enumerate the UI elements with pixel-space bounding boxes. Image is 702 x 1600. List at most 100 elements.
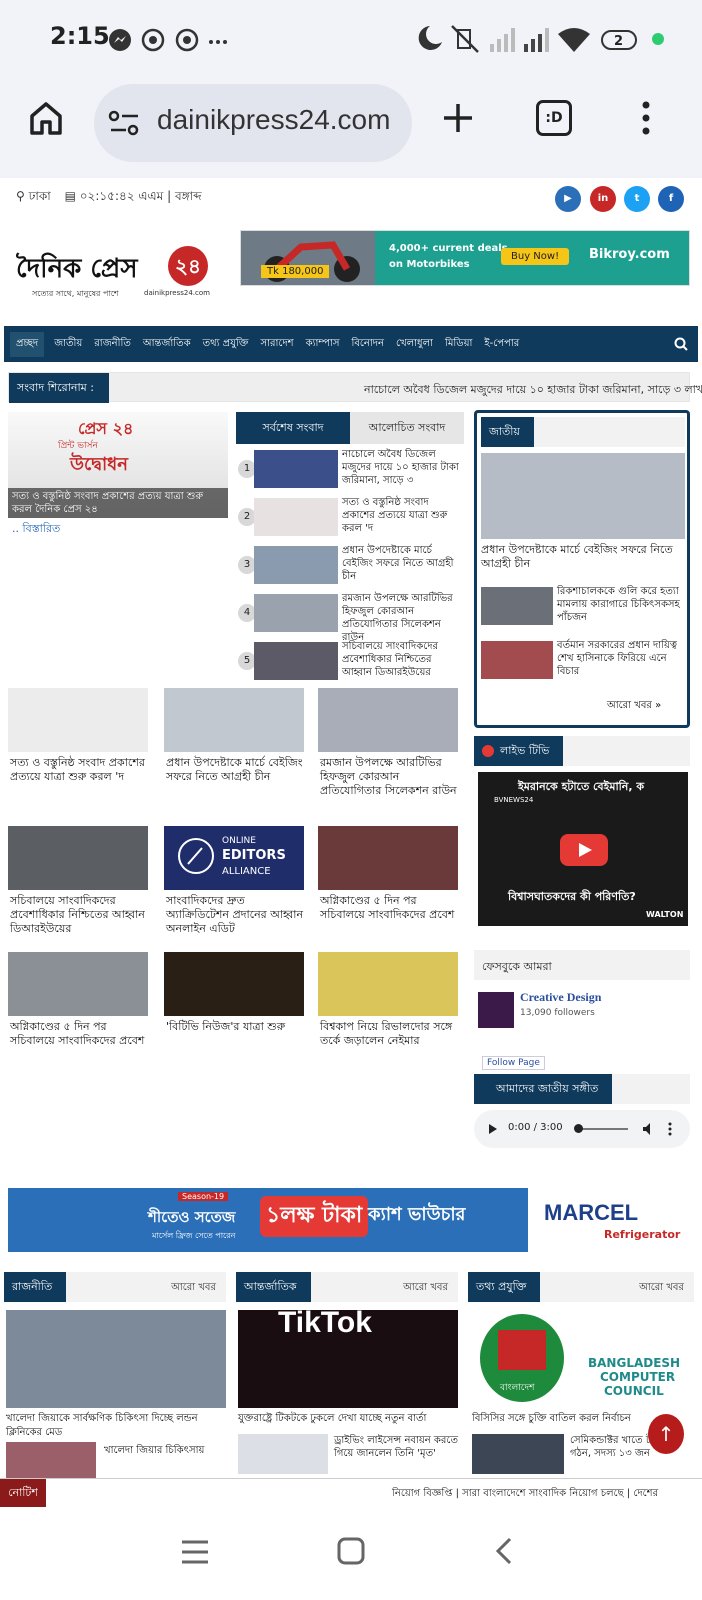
youtube-play-icon[interactable] xyxy=(560,834,608,866)
home-icon[interactable] xyxy=(28,100,64,136)
national-main-image[interactable] xyxy=(481,453,685,539)
audio-player[interactable]: 0:00 / 3:00 xyxy=(474,1110,690,1148)
location-text: ঢাকা xyxy=(28,189,51,203)
back-icon[interactable] xyxy=(494,1536,514,1566)
nav-item-media[interactable]: মিডিয়া xyxy=(445,336,472,353)
nav-item-entertainment[interactable]: বিনোদন xyxy=(351,336,384,353)
grid-card[interactable]: সত্য ও বস্তুনিষ্ঠ সংবাদ প্রকাশের প্রত্যয… xyxy=(8,688,148,804)
nav-item-epaper[interactable]: ই-পেপার xyxy=(484,336,519,353)
list-item[interactable]: 5 সচিবালয়ে সাংবাদিকদের প্রবেশাধিকার নিশ… xyxy=(236,638,464,686)
section-title[interactable]: আন্তর্জাতিক xyxy=(236,1272,311,1302)
list-thumb xyxy=(254,498,338,536)
nav-item-international[interactable]: আন্তর্জাতিক xyxy=(143,336,191,353)
list-item[interactable]: 4 রমজান উপলক্ষে আরটিভির হিফজুল কোরআন প্র… xyxy=(236,590,464,643)
lead-more-link[interactable]: .. বিস্তারিত xyxy=(12,522,60,536)
search-icon[interactable] xyxy=(674,337,688,351)
video-channel: BVNEWS24 xyxy=(494,796,534,804)
twitter-icon[interactable]: t xyxy=(624,186,650,212)
national-head[interactable]: জাতীয় xyxy=(481,417,534,447)
live-video[interactable]: ইমরানকে হটাতে বেইমানি, ক BVNEWS24 বিশ্বা… xyxy=(478,772,688,926)
grid-card[interactable]: প্রধান উপদেষ্টাকে মার্চে বেইজিং সফরে নিত… xyxy=(164,688,304,804)
national-item-title[interactable]: রিকশাচালককে গুলি করে হত্যা মামলায় কারাগ… xyxy=(557,585,685,624)
battery-level: 2 xyxy=(614,34,624,49)
ad2-brand: MARCEL xyxy=(544,1200,639,1225)
list-item[interactable]: 1 নাচোলে অবৈধ ডিজেল মজুদের দায়ে ১০ হাজা… xyxy=(236,446,464,494)
grid-title: বিশ্বকাপ নিয়ে রিভালদোর সঙ্গে তর্কে জড়া… xyxy=(320,1020,453,1047)
grid-title: রমজান উপলক্ষে আরটিভির হিফজুল কোরআন প্রতি… xyxy=(320,756,457,797)
grid-card[interactable]: 'বিটিভি নিউজ'র যাত্রা শুরু xyxy=(164,952,304,1068)
ad2-line2: মার্সেল ফ্রিজ সেতে পারেন xyxy=(152,1231,236,1240)
recent-apps-icon[interactable] xyxy=(180,1538,210,1566)
logo-text: দৈনিক প্রেস xyxy=(16,254,138,284)
lead-caption[interactable]: সত্য ও বস্তুনিষ্ঠ সংবাদ প্রকাশের প্রত্যয… xyxy=(12,490,226,516)
lead-story[interactable]: প্রেস ২৪ প্রিন্ট ভার্সন উদ্বোধন সত্য ও ব… xyxy=(8,412,228,538)
national-more-link[interactable]: আরো খবর » xyxy=(607,699,661,713)
ticker-text[interactable]: নাচোলে অবৈধ ডিজেল মজুদের দায়ে ১০ হাজার … xyxy=(364,381,702,400)
nav-item-politics[interactable]: রাজনীতি xyxy=(94,336,131,353)
bikroy-ad-banner[interactable]: Tk 180,000 4,000+ current deals on Motor… xyxy=(240,230,690,286)
tab-discussed[interactable]: আলোচিত সংবাদ xyxy=(350,412,464,444)
section-title[interactable]: তথ্য প্রযুক্তি xyxy=(468,1272,541,1302)
section-more-link[interactable]: আরো খবর xyxy=(639,1280,684,1297)
youtube-icon[interactable]: ▶ xyxy=(555,186,581,212)
nav-item-national[interactable]: জাতীয় xyxy=(54,336,82,353)
nav-item-campus[interactable]: ক্যাম্পাস xyxy=(306,336,340,353)
ad-buy-button[interactable]: Buy Now! xyxy=(501,248,570,265)
national-thumb xyxy=(481,641,553,679)
national-item-title[interactable]: বর্তমান সরকারের প্রধান দায়িত্ব শেখ হাসি… xyxy=(557,639,685,678)
volume-icon[interactable] xyxy=(642,1122,656,1136)
list-title: সত্য ও বস্তুনিষ্ঠ সংবাদ প্রকাশের প্রত্যয… xyxy=(342,497,448,534)
nav-item-sports[interactable]: খেলাধুলা xyxy=(396,336,433,353)
tab-switcher-button[interactable]: :D xyxy=(536,100,572,136)
national-main-title[interactable]: প্রধান উপদেষ্টাকে মার্চে বেইজিং সফরে নিত… xyxy=(481,543,685,571)
audio-seek-handle[interactable] xyxy=(574,1124,583,1133)
section-image[interactable]: TikTok xyxy=(238,1310,458,1408)
section-more-link[interactable]: আরো খবর xyxy=(403,1280,448,1297)
address-bar[interactable]: dainikpress24.com xyxy=(94,84,412,162)
list-item[interactable]: 3 প্রধান উপদেষ্টাকে মার্চে বেইজিং সফরে ন… xyxy=(236,542,464,590)
notice-text[interactable]: নিয়োগ বিজ্ঞপ্তি | সারা বাংলাদেশে সাংবাদ… xyxy=(392,1486,658,1503)
grid-card[interactable]: অগ্নিকাণ্ডের ৫ দিন পর সচিবালয়ে সাংবাদিক… xyxy=(318,826,458,942)
linkedin-icon[interactable]: in xyxy=(590,186,616,212)
logo-tagline: সত্যের সাথে, মানুষের পাশে xyxy=(32,289,119,298)
facebook-widget[interactable]: Creative Design 13,090 followers Follow … xyxy=(478,986,688,1070)
tab-latest[interactable]: সর্বশেষ সংবাদ xyxy=(236,412,350,444)
play-icon[interactable] xyxy=(488,1124,498,1134)
grid-card[interactable]: সচিবালয়ে সাংবাদিকদের প্রবেশাধিকার নিশ্চ… xyxy=(8,826,148,942)
grid-image xyxy=(318,688,458,752)
follow-page-button[interactable]: Follow Page xyxy=(482,1056,545,1070)
section-main-title[interactable]: যুক্তরাষ্ট্রে টিকটকে ঢুকলে দেখা যাচ্ছে ন… xyxy=(238,1412,458,1426)
home-button-icon[interactable] xyxy=(336,1536,366,1566)
scroll-top-button[interactable]: ↑ xyxy=(648,1414,684,1454)
audio-menu-icon[interactable] xyxy=(668,1122,672,1136)
section-image[interactable] xyxy=(6,1310,226,1408)
section-sub-title[interactable]: ড্রাইভিং লাইসেন্স নবায়ন করতে গিয়ে জানল… xyxy=(334,1434,458,1460)
grid-card[interactable]: বিশ্বকাপ নিয়ে রিভালদোর সঙ্গে তর্কে জড়া… xyxy=(318,952,458,1068)
nav-item-countrywide[interactable]: সারাদেশ xyxy=(260,336,293,353)
site-settings-icon[interactable] xyxy=(108,110,142,138)
location-datetime: ⚲ ঢাকা ▤ ০২:১৫:৪২ এএম | বঙ্গাব্দ xyxy=(16,188,202,208)
section-thumb xyxy=(472,1434,564,1474)
grid-card[interactable]: ONLINE EDITORS ALLIANCE সাংবাদিকদের দ্রু… xyxy=(164,826,304,942)
section-image[interactable]: বাংলাদেশ BANGLADESH COMPUTER COUNCIL xyxy=(470,1310,692,1408)
list-item[interactable]: 2 সত্য ও বস্তুনিষ্ঠ সংবাদ প্রকাশের প্রত্… xyxy=(236,494,464,542)
grid-title: সাংবাদিকদের দ্রুত অ্যাক্রিডিটেশন প্রদানে… xyxy=(166,894,304,935)
section-thumb xyxy=(6,1442,96,1478)
new-tab-icon[interactable] xyxy=(440,100,476,136)
site-logo[interactable]: দৈনিক প্রেস ২৪ সত্যের সাথে, মানুষের পাশে… xyxy=(16,246,216,308)
nav-item-tech[interactable]: তথ্য প্রযুক্তি xyxy=(203,336,249,353)
marcel-ad-banner[interactable]: Season-19 শীতেও সতেজ মার্সেল ফ্রিজ সেতে … xyxy=(8,1188,688,1252)
nav-item-home[interactable]: প্রচ্ছদ xyxy=(10,331,45,357)
system-nav-bar xyxy=(0,1508,702,1600)
section-main-title[interactable]: খালেদা জিয়াকে সার্বক্ষণিক চিকিৎসা দিচ্ছ… xyxy=(6,1412,226,1440)
facebook-icon[interactable]: f xyxy=(658,186,684,212)
section-sub-title[interactable]: খালেদা জিয়ার চিকিৎসায় xyxy=(104,1444,224,1458)
grid-card[interactable]: অগ্নিকাণ্ডের ৫ দিন পর সচিবালয়ে সাংবাদিক… xyxy=(8,952,148,1068)
section-title[interactable]: রাজনীতি xyxy=(4,1272,67,1302)
menu-dots-icon[interactable] xyxy=(640,100,652,136)
facebook-title: ফেসবুকে আমরা xyxy=(482,960,552,973)
page-name[interactable]: Creative Design xyxy=(520,990,601,1005)
section-more-link[interactable]: আরো খবর xyxy=(171,1280,216,1297)
grid-card[interactable]: রমজান উপলক্ষে আরটিভির হিফজুল কোরআন প্রতি… xyxy=(318,688,458,804)
list-thumb xyxy=(254,594,338,632)
